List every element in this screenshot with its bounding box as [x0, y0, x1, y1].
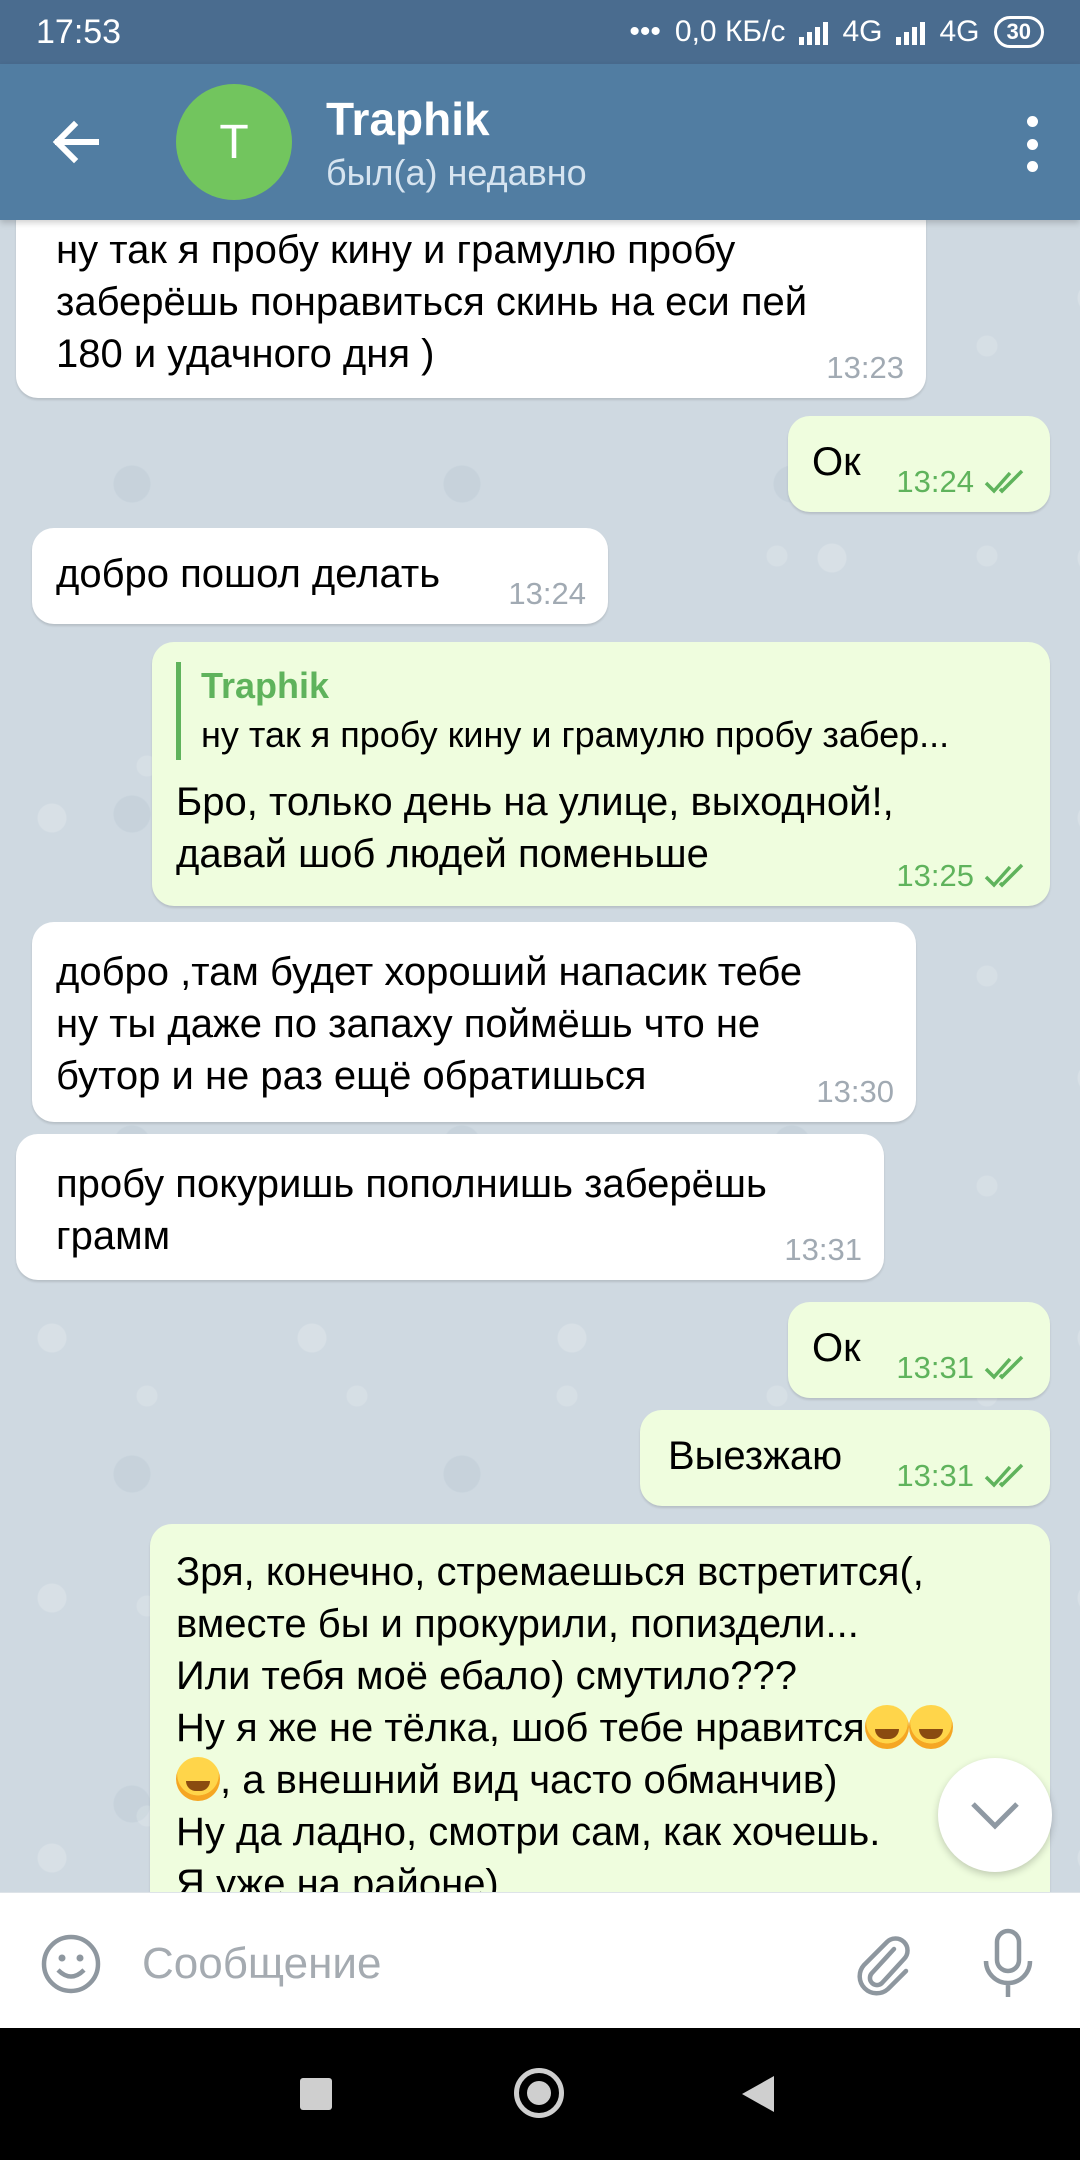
message-bubble[interactable]: Выезжаю 13:31	[640, 1410, 1050, 1506]
message-bubble[interactable]: добро пошол делать 13:24	[32, 528, 608, 624]
home-button[interactable]	[514, 2068, 564, 2118]
message-time: 13:30	[816, 1074, 894, 1109]
paperclip-icon[interactable]	[850, 1931, 916, 1997]
message-line: вместе бы и прокурили, попиздели...	[176, 1602, 859, 1646]
chat-area[interactable]: ну так я пробу кину и грамулю пробу забе…	[0, 220, 1080, 1892]
back-button[interactable]	[742, 2076, 774, 2112]
recent-apps-button[interactable]	[300, 2078, 332, 2110]
signal-icon-2	[896, 19, 926, 45]
reply-author: Traphik	[201, 665, 330, 706]
chat-header: T Traphik был(а) недавно	[0, 64, 1080, 220]
message-time: 13:31	[784, 1232, 862, 1267]
smile-icon[interactable]	[40, 1933, 102, 1995]
message-bubble[interactable]: ну так я пробу кину и грамулю пробу забе…	[16, 220, 926, 398]
battery-icon: 30	[993, 16, 1044, 48]
sim2-network: 4G	[939, 15, 980, 48]
signal-icon	[799, 19, 829, 45]
message-line: Я уже на районе)	[176, 1862, 499, 1892]
status-time: 17:53	[36, 12, 122, 51]
system-nav-bar	[0, 2028, 1080, 2160]
message-bubble[interactable]: пробу покуришь пополнишь заберёшь грамм …	[16, 1134, 884, 1280]
message-line: Зря, конечно, стремаешься встретится(,	[176, 1550, 924, 1594]
message-bubble[interactable]: Зря, конечно, стремаешься встретится(, в…	[150, 1524, 1050, 1892]
message-meta: 13:31	[784, 1232, 862, 1268]
message-bubble[interactable]: Ок 13:31	[788, 1302, 1050, 1398]
message-meta: 13:30	[816, 1074, 894, 1110]
message-text: Зря, конечно, стремаешься встретится(, в…	[176, 1546, 1026, 1892]
chevron-down-icon	[971, 1802, 1019, 1830]
double-check-icon	[984, 863, 1024, 888]
message-line: Ну я же не тёлка, шоб тебе нравится	[176, 1706, 865, 1750]
back-arrow-icon[interactable]	[46, 112, 106, 172]
reply-text: ну так я пробу кину и грамулю пробу забе…	[201, 714, 950, 755]
rofl-emoji	[864, 1705, 909, 1749]
message-meta: 13:31	[896, 1458, 1028, 1494]
message-bubble[interactable]: Traphik ну так я пробу кину и грамулю пр…	[152, 642, 1050, 906]
joy-emoji	[908, 1705, 953, 1749]
sim1-network: 4G	[842, 15, 883, 48]
message-meta: 13:23	[826, 350, 904, 386]
message-time: 13:25	[896, 858, 974, 893]
message-time: 13:31	[896, 1458, 974, 1493]
avatar-letter: T	[219, 115, 249, 169]
rofl-emoji	[176, 1757, 220, 1801]
message-input[interactable]	[140, 1923, 804, 2005]
message-meta: 13:24	[508, 576, 586, 612]
reply-quote[interactable]: Traphik ну так я пробу кину и грамулю пр…	[176, 662, 1026, 760]
double-check-icon	[984, 1355, 1024, 1380]
message-text: ну так я пробу кину и грамулю пробу забе…	[56, 228, 808, 376]
message-text: добро ,там будет хороший напасик тебе ну…	[56, 950, 803, 1098]
last-seen-status: был(а) недавно	[326, 152, 587, 193]
network-speed: 0,0 КБ/с	[674, 15, 786, 48]
message-time: 13:31	[896, 1350, 974, 1385]
message-bubble[interactable]: добро ,там будет хороший напасик тебе ну…	[32, 922, 916, 1122]
message-time: 13:24	[508, 576, 586, 611]
message-line: , а внешний вид часто обманчив)	[220, 1758, 838, 1802]
mic-icon[interactable]	[980, 1927, 1036, 2001]
avatar[interactable]: T	[176, 84, 292, 200]
chat-title[interactable]: Traphik	[326, 92, 490, 146]
more-vert-icon[interactable]	[1022, 116, 1042, 172]
double-check-icon	[984, 469, 1024, 494]
status-dots: •••	[629, 15, 661, 48]
message-meta: 13:31	[896, 1350, 1028, 1386]
status-bar: 17:53 ••• 0,0 КБ/с 4G 4G 30	[0, 0, 1080, 64]
message-meta: 13:25	[896, 858, 1028, 894]
double-check-icon	[984, 1463, 1024, 1488]
message-time: 13:24	[896, 464, 974, 499]
message-input-bar	[0, 1892, 1080, 2029]
message-bubble[interactable]: Ок 13:24	[788, 416, 1050, 512]
message-line: Или тебя моё ебало) смутило???	[176, 1654, 798, 1698]
scroll-down-button[interactable]	[938, 1758, 1052, 1872]
status-indicators: ••• 0,0 КБ/с 4G 4G 30	[629, 15, 1044, 49]
message-text: пробу покуришь пополнишь заберёшь грамм	[56, 1162, 767, 1258]
message-time: 13:23	[826, 350, 904, 385]
message-line: Ну да ладно, смотри сам, как хочешь.	[176, 1810, 881, 1854]
message-meta: 13:24	[896, 464, 1028, 500]
